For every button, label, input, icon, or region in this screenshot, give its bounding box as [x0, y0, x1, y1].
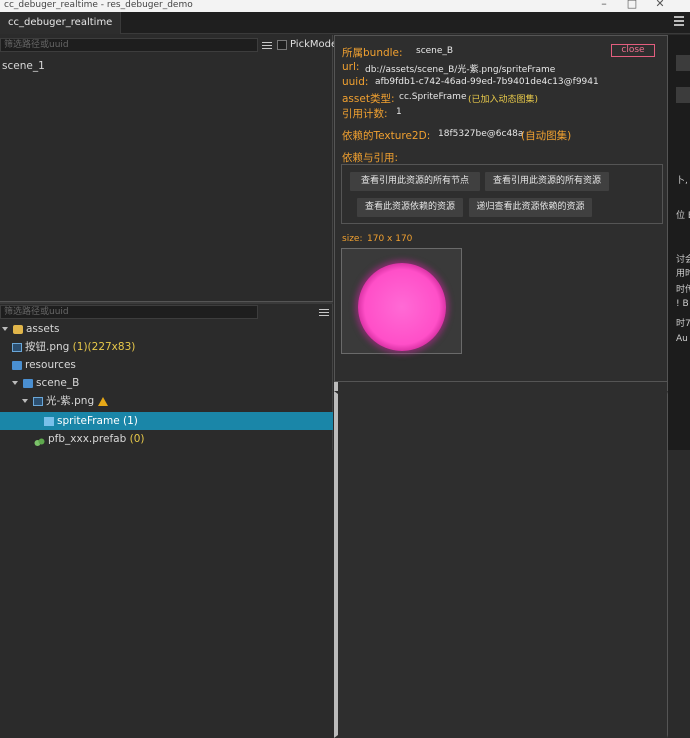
- maximize-icon[interactable]: □: [626, 0, 638, 10]
- texture-note: (自动图集): [521, 130, 572, 142]
- background-window-fragment: 卜, 位 E 讨会 用时 时传 ! B 时7 Au: [668, 35, 690, 450]
- asset-type-label: asset类型:: [342, 93, 395, 105]
- minimize-icon[interactable]: –: [598, 0, 610, 10]
- background-text: 时7: [676, 319, 690, 329]
- database-icon: [13, 324, 23, 334]
- warning-icon: [98, 396, 109, 406]
- scene-filter-input[interactable]: 筛选路径或uuid: [0, 38, 258, 52]
- tree-item-purple-png[interactable]: 光-紫.png: [0, 392, 333, 410]
- window-titlebar: cc_debuger_realtime - res_debuger_demo –…: [0, 0, 690, 12]
- tree-item-label: spriteFrame: [57, 415, 120, 427]
- dependency-label: 依赖与引用:: [342, 152, 399, 164]
- asset-filter-input[interactable]: 筛选路径或uuid: [0, 305, 258, 319]
- left-panel: 筛选路径或uuid PickMode scene_1 筛选路径或uuid ass…: [0, 35, 668, 738]
- background-text: ! B: [676, 299, 689, 309]
- size-value: 170 x 170: [367, 234, 413, 244]
- size-label: size:: [342, 234, 363, 244]
- refcount-value: 1: [396, 107, 402, 117]
- tree-item-button-png[interactable]: 按钮.png (1)(227x83): [0, 338, 668, 720]
- image-icon: [33, 396, 43, 406]
- tree-item-scene-1[interactable]: scene_1: [0, 57, 668, 439]
- background-text: 讨会: [676, 255, 690, 265]
- asset-type-value: cc.SpriteFrame: [399, 92, 467, 102]
- tree-item-label: 按钮.png: [25, 341, 70, 353]
- view-recursive-dependencies-button[interactable]: 递归查看此资源依赖的资源: [469, 198, 592, 217]
- image-icon: [12, 342, 22, 352]
- tree-item-label: resources: [25, 359, 76, 371]
- expand-arrow-icon[interactable]: [334, 391, 668, 738]
- tree-item-label: assets: [26, 323, 60, 335]
- prefab-icon: [34, 435, 45, 446]
- tab-cc-debuger-realtime[interactable]: cc_debuger_realtime: [0, 12, 122, 34]
- window-title: cc_debuger_realtime - res_debuger_demo: [4, 0, 193, 10]
- background-square: [676, 87, 690, 103]
- url-label: url:: [342, 61, 360, 73]
- ref-count: (0): [129, 433, 145, 445]
- uuid-label: uuid:: [342, 76, 369, 88]
- texture-value: 18f5327be@6c48a: [438, 129, 524, 139]
- folder-icon: [12, 360, 22, 370]
- tree-item-prefab[interactable]: pfb_xxx.prefab (0): [0, 430, 333, 448]
- asset-filter-list-icon[interactable]: [317, 307, 331, 319]
- collapse-arrow-icon[interactable]: [2, 327, 8, 331]
- tree-item-label: scene_B: [36, 377, 80, 389]
- collapse-arrow-icon[interactable]: [22, 399, 28, 403]
- bundle-value: scene_B: [416, 46, 454, 56]
- asset-type-note: (已加入动态图集): [468, 95, 539, 105]
- panel-splitter[interactable]: [0, 301, 333, 304]
- sprite-preview: [341, 248, 462, 354]
- background-text: 时传: [676, 285, 690, 295]
- background-text: Au: [676, 334, 688, 344]
- tree-item-spriteframe[interactable]: spriteFrame (1): [0, 412, 333, 430]
- texture-label: 依赖的Texture2D:: [342, 130, 431, 142]
- panel-menu-icon[interactable]: [674, 16, 684, 28]
- close-window-icon[interactable]: ✕: [654, 0, 666, 10]
- filter-list-icon[interactable]: [260, 40, 274, 52]
- tree-item-scene-b[interactable]: scene_B: [0, 374, 333, 392]
- dependency-box: 查看引用此资源的所有节点 查看引用此资源的所有资源 查看此资源依赖的资源 递归查…: [341, 164, 663, 224]
- purple-light-sprite: [358, 263, 446, 351]
- tree-item-assets[interactable]: assets: [0, 320, 333, 338]
- view-dependencies-button[interactable]: 查看此资源依赖的资源: [357, 198, 463, 217]
- view-referencing-assets-button[interactable]: 查看引用此资源的所有资源: [485, 172, 609, 191]
- pickmode-label: PickMode: [290, 39, 338, 50]
- background-text: 位 E: [676, 211, 690, 221]
- background-square: [676, 55, 690, 71]
- view-referencing-nodes-button[interactable]: 查看引用此资源的所有节点: [350, 172, 480, 191]
- ref-count: (1)(227x83): [72, 341, 136, 353]
- background-text: 用时: [676, 269, 690, 279]
- pickmode-checkbox[interactable]: [277, 40, 287, 50]
- uuid-value: afb9fdb1-c742-46ad-99ed-7b9401de4c13@f99…: [375, 77, 599, 87]
- ref-count: (1): [123, 415, 138, 427]
- collapse-arrow-icon[interactable]: [12, 381, 18, 385]
- tree-item-label: 光-紫.png: [46, 395, 95, 407]
- folder-icon: [23, 378, 33, 388]
- asset-detail-panel: 所属bundle: scene_B close url: db://assets…: [334, 35, 668, 382]
- url-value: db://assets/scene_B/光-紫.png/spriteFrame: [365, 65, 556, 75]
- close-button[interactable]: close: [611, 44, 655, 57]
- refcount-label: 引用计数:: [342, 108, 388, 120]
- tree-item-label: scene_1: [2, 60, 45, 72]
- spriteframe-icon: [44, 416, 54, 426]
- tree-item-label: pfb_xxx.prefab: [48, 433, 127, 445]
- bundle-label: 所属bundle:: [342, 47, 403, 59]
- background-text: 卜,: [676, 176, 688, 186]
- tab-bar: cc_debuger_realtime: [0, 12, 690, 34]
- tree-item-resources[interactable]: resources: [0, 356, 668, 738]
